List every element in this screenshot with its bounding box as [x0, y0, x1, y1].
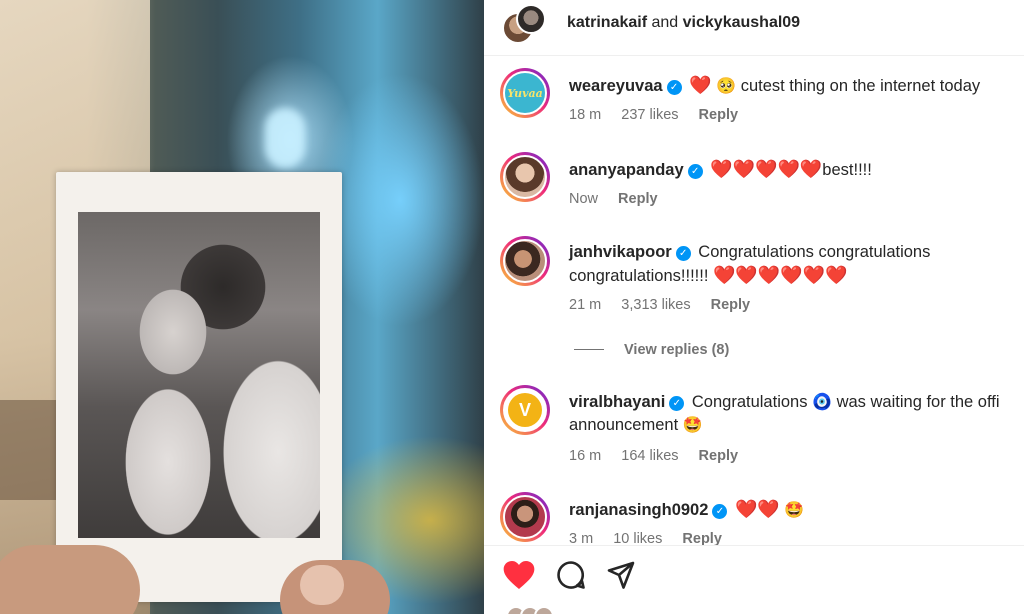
comment-text: weareyuvaa ✓ ❤️ 🥺 cutest thing on the int…	[569, 74, 1024, 98]
comment-meta: 18 m 237 likes Reply	[569, 107, 754, 123]
polaroid-print	[56, 172, 342, 602]
photo-background-light	[265, 108, 305, 168]
heart-eyes-icon: 🤩	[784, 502, 805, 519]
v-logo-icon: V	[508, 393, 542, 427]
verified-badge-icon: ✓	[666, 80, 682, 95]
thumb	[300, 565, 344, 605]
reply-button[interactable]: Reply	[699, 448, 739, 464]
heart-icon[interactable]	[502, 558, 536, 592]
reply-button[interactable]: Reply	[711, 297, 751, 313]
comment-meta: 21 m 3,313 likes Reply	[569, 297, 766, 313]
comment-time: 18 m	[569, 107, 602, 123]
verified-badge-icon: ✓	[669, 396, 685, 411]
comment-text: janhvikapoor ✓ Congratulations congratula…	[569, 241, 1024, 288]
avatar[interactable]	[500, 152, 550, 202]
post-authors: katrinakaif and vickykaushal09	[567, 14, 800, 32]
post-action-bar	[484, 545, 1024, 614]
avatar[interactable]: Yuvaa	[500, 68, 550, 118]
reply-button[interactable]: Reply	[618, 191, 658, 207]
author-username[interactable]: katrinakaif	[567, 14, 647, 31]
heart-emoji-icon: ❤️❤️❤️❤️❤️	[710, 159, 823, 179]
comment-username[interactable]: ranjanasingh0902	[569, 501, 708, 519]
comment-likes[interactable]: 237 likes	[621, 107, 678, 123]
verified-badge-icon: ✓	[712, 504, 728, 519]
comment-username[interactable]: janhvikapoor	[569, 243, 672, 261]
avatar[interactable]	[500, 492, 550, 542]
avatar-logo: V	[503, 388, 547, 432]
divider	[574, 349, 604, 350]
avatar-photo	[503, 239, 547, 283]
heart-emoji-icon: ❤️❤️❤️❤️❤️❤️	[713, 265, 848, 285]
comment-username[interactable]: weareyuvaa	[569, 77, 663, 95]
comment-body: Congratulations congratulations	[698, 243, 931, 261]
comment-username[interactable]: ananyapanday	[569, 161, 684, 179]
view-replies-button[interactable]: View replies (8)	[574, 342, 729, 358]
left-hand	[0, 545, 140, 614]
heart-emoji-icon: ❤️	[689, 75, 712, 95]
comment-meta: Now Reply	[569, 191, 674, 207]
evil-eye-icon: 🧿	[812, 394, 832, 411]
comment-icon[interactable]	[554, 558, 588, 592]
post-photo[interactable]	[0, 0, 484, 614]
post-header: katrinakaif and vickykaushal09	[484, 0, 1024, 56]
comment-time: 16 m	[569, 448, 602, 464]
reply-button[interactable]: Reply	[699, 107, 739, 123]
pleading-face-icon: 🥺	[716, 78, 737, 95]
comment-likes[interactable]: 3,313 likes	[621, 297, 690, 313]
comment-text: ananyapanday ✓ ❤️❤️❤️❤️❤️best!!!!	[569, 158, 1024, 182]
avatar-photo	[503, 495, 547, 539]
comment-body: best!!!!	[822, 161, 872, 179]
comment-likes[interactable]: 164 likes	[621, 448, 678, 464]
author-conjunction: and	[651, 14, 679, 31]
heart-eyes-icon: 🤩	[682, 417, 703, 434]
comment-body: Congratulations	[691, 393, 808, 411]
comment-time: 21 m	[569, 297, 602, 313]
view-replies-label: View replies (8)	[624, 342, 730, 358]
comment-body: cutest thing on the internet today	[740, 77, 981, 95]
verified-badge-icon: ✓	[675, 246, 691, 261]
comment-body-line2: announcement	[569, 416, 679, 434]
share-icon[interactable]	[604, 558, 638, 592]
comment-text: ranjanasingh0902 ✓ ❤️❤️ 🤩	[569, 498, 1024, 522]
author-username[interactable]: vickykaushal09	[683, 14, 800, 31]
comment-body-line2: congratulations!!!!!!	[569, 267, 709, 285]
comment-username[interactable]: viralbhayani	[569, 393, 665, 411]
comment-meta: 16 m 164 likes Reply	[569, 448, 754, 464]
liked-by-avatars[interactable]	[506, 606, 566, 614]
avatar[interactable]: V	[500, 385, 550, 435]
avatar-photo	[503, 155, 547, 199]
avatar[interactable]	[516, 4, 546, 34]
comment-body-b: was waiting for the offi	[836, 393, 1000, 411]
polaroid-image	[78, 212, 320, 538]
avatar	[534, 606, 554, 614]
comments-panel: katrinakaif and vickykaushal09 Yuvaa wea…	[484, 0, 1024, 614]
heart-emoji-icon: ❤️❤️	[735, 499, 780, 519]
comment-time: Now	[569, 191, 599, 207]
comment-text: viralbhayani ✓ Congratulations 🧿 was wait…	[569, 391, 1024, 437]
avatar[interactable]	[500, 236, 550, 286]
verified-badge-icon: ✓	[687, 164, 703, 179]
avatar-logo: Yuvaa	[503, 71, 547, 115]
